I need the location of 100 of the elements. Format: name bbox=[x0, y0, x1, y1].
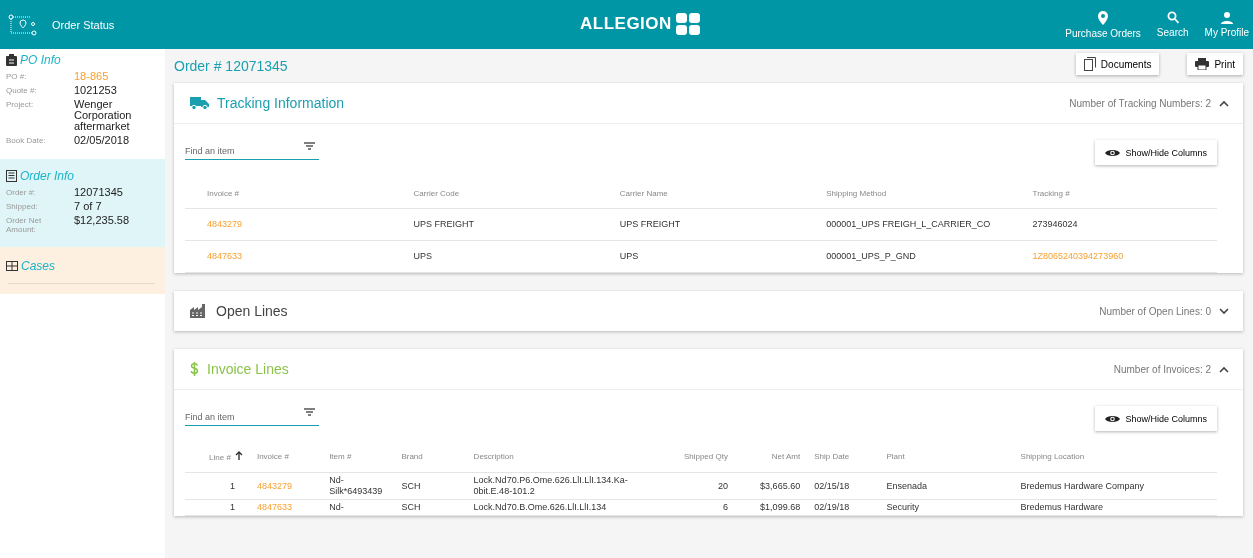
table-cell: Bredemus Hardware bbox=[1020, 502, 1104, 512]
nav-button[interactable]: Search bbox=[1152, 11, 1193, 38]
action-button[interactable]: Documents bbox=[1075, 53, 1160, 75]
app-title: Order Status bbox=[52, 18, 115, 31]
factory-icon bbox=[190, 304, 208, 318]
search-icon bbox=[1166, 11, 1179, 24]
nav-button[interactable]: My Profile bbox=[1200, 11, 1253, 38]
column-header[interactable]: Item # bbox=[329, 452, 352, 461]
table-cell: Bredemus Hardware Company bbox=[1020, 480, 1145, 491]
section-title[interactable]: Cases bbox=[21, 259, 55, 273]
nav-button[interactable]: Purchase Orders bbox=[1061, 10, 1145, 39]
table-cell: 000001_UPS FREIGH_L_CARRIER_CO bbox=[826, 219, 991, 229]
column-header[interactable]: Ship Date bbox=[814, 452, 850, 461]
search-field[interactable]: Find an item bbox=[185, 146, 319, 160]
columns-icon bbox=[6, 261, 18, 271]
table-cell: 20 bbox=[717, 480, 728, 491]
map-pin-icon bbox=[1097, 10, 1110, 25]
truck-icon bbox=[190, 96, 209, 110]
field-value: 7 of 7 bbox=[74, 201, 102, 212]
column-header[interactable]: Tracking # bbox=[1032, 189, 1070, 198]
person-icon bbox=[1220, 11, 1233, 24]
table-cell: Nd-Silk*6493439 bbox=[329, 475, 383, 496]
field-value: 02/05/2018 bbox=[74, 135, 130, 146]
panel-summary: Number of Open Lines: 0 bbox=[1099, 305, 1211, 317]
order-title: Order # 12071345 bbox=[174, 57, 288, 74]
field-value: $12,235.58 bbox=[74, 215, 130, 228]
table-cell: 1 bbox=[229, 502, 235, 512]
lock-logo-icon bbox=[674, 12, 701, 36]
table-cell: 000001_UPS_P_GND bbox=[826, 251, 916, 261]
chevron-up-icon[interactable] bbox=[1219, 365, 1229, 373]
dollar-icon bbox=[190, 362, 199, 376]
table-cell: UPS FREIGHT bbox=[619, 219, 681, 229]
field-value: Wenger Corporation aftermarket bbox=[74, 99, 133, 132]
eye-icon bbox=[1105, 147, 1121, 158]
table-link[interactable]: 1Z8065240394273960 bbox=[1032, 251, 1124, 261]
table-cell: UPS bbox=[413, 251, 432, 261]
panel-summary: Number of Invoices: 2 bbox=[1113, 363, 1211, 375]
table-cell: Lock.Nd70.B.Ome.626.LlI.LlI.134 bbox=[473, 502, 607, 512]
show-hide-columns-button[interactable]: Show/Hide Columns bbox=[1095, 406, 1217, 431]
table-cell: Ensenada bbox=[886, 480, 927, 491]
chevron-up-icon[interactable] bbox=[1219, 99, 1229, 107]
table-cell: 1 bbox=[229, 480, 235, 491]
table-link[interactable]: 4843279 bbox=[256, 480, 292, 491]
action-button[interactable]: Print bbox=[1187, 53, 1243, 75]
column-header[interactable]: Shipping Method bbox=[826, 189, 887, 198]
table-cell: Security bbox=[886, 502, 919, 512]
brand-logo: ALLEGION bbox=[580, 14, 672, 34]
table-cell: $3,665.60 bbox=[760, 480, 801, 491]
table-cell: SCH bbox=[401, 502, 421, 512]
column-header[interactable]: Invoice # bbox=[256, 452, 289, 461]
column-header[interactable]: Net Amt bbox=[771, 452, 801, 461]
table-cell: $1,099.68 bbox=[760, 502, 801, 512]
table-cell: UPS bbox=[619, 251, 639, 261]
filter-icon bbox=[304, 408, 315, 416]
panel-title: Invoice Lines bbox=[207, 361, 289, 377]
table-cell: 273946024 bbox=[1032, 219, 1078, 229]
field-label: Project: bbox=[6, 99, 35, 111]
show-hide-columns-button[interactable]: Show/Hide Columns bbox=[1095, 140, 1217, 165]
sort-arrow-icon[interactable] bbox=[234, 451, 243, 460]
table-cell: UPS FREIGHT bbox=[413, 219, 474, 229]
eye-icon bbox=[1105, 413, 1121, 424]
field-value: 12071345 bbox=[74, 187, 123, 198]
field-link[interactable]: 18-865 bbox=[74, 71, 109, 82]
section-title[interactable]: Order Info bbox=[20, 169, 75, 183]
column-header[interactable]: Shipping Location bbox=[1020, 452, 1085, 461]
panel-title: Open Lines bbox=[216, 303, 288, 319]
column-header[interactable]: Line # bbox=[209, 453, 231, 462]
column-header[interactable]: Carrier Code bbox=[413, 189, 460, 198]
field-label: Shipped: bbox=[6, 201, 39, 212]
table-cell: 6 bbox=[722, 502, 728, 512]
table-cell: 02/15/18 bbox=[814, 480, 850, 491]
clipboard-icon bbox=[6, 54, 17, 66]
table-cell: SCH bbox=[401, 480, 421, 491]
panel-summary: Number of Tracking Numbers: 2 bbox=[1069, 97, 1211, 109]
column-header[interactable]: Carrier Name bbox=[619, 189, 668, 198]
field-label: Order #: bbox=[6, 187, 37, 198]
table-cell: Nd- bbox=[329, 502, 344, 512]
panel-title: Tracking Information bbox=[217, 95, 345, 111]
column-header[interactable]: Brand bbox=[401, 452, 423, 461]
table-cell: Lock.Nd70.P6.Ome.626.LlI.LlI.134.Ka-0bit.E.48-101.2 bbox=[473, 475, 628, 496]
column-header[interactable]: Invoice # bbox=[207, 189, 240, 198]
table-link[interactable]: 4843279 bbox=[207, 219, 243, 229]
table-link[interactable]: 4847633 bbox=[256, 502, 292, 512]
field-label: PO #: bbox=[6, 71, 28, 82]
table-cell: 02/19/18 bbox=[814, 502, 850, 512]
field-label: Quote #: bbox=[6, 85, 38, 96]
field-label: Order Net Amount: bbox=[6, 215, 43, 234]
section-title[interactable]: PO Info bbox=[20, 53, 61, 67]
field-label: Book Date: bbox=[6, 135, 47, 146]
documents-icon bbox=[1083, 57, 1096, 71]
printer-icon bbox=[1195, 58, 1210, 70]
column-header[interactable]: Shipped Qty bbox=[683, 452, 728, 461]
field-value: 1021253 bbox=[74, 85, 117, 96]
column-header[interactable]: Description bbox=[473, 452, 514, 461]
chevron-down-icon[interactable] bbox=[1219, 307, 1229, 315]
column-header[interactable]: Plant bbox=[886, 452, 905, 461]
search-field[interactable]: Find an item bbox=[185, 412, 319, 426]
filter-icon bbox=[304, 142, 315, 150]
document-icon bbox=[6, 170, 17, 182]
table-link[interactable]: 4847633 bbox=[207, 251, 243, 261]
